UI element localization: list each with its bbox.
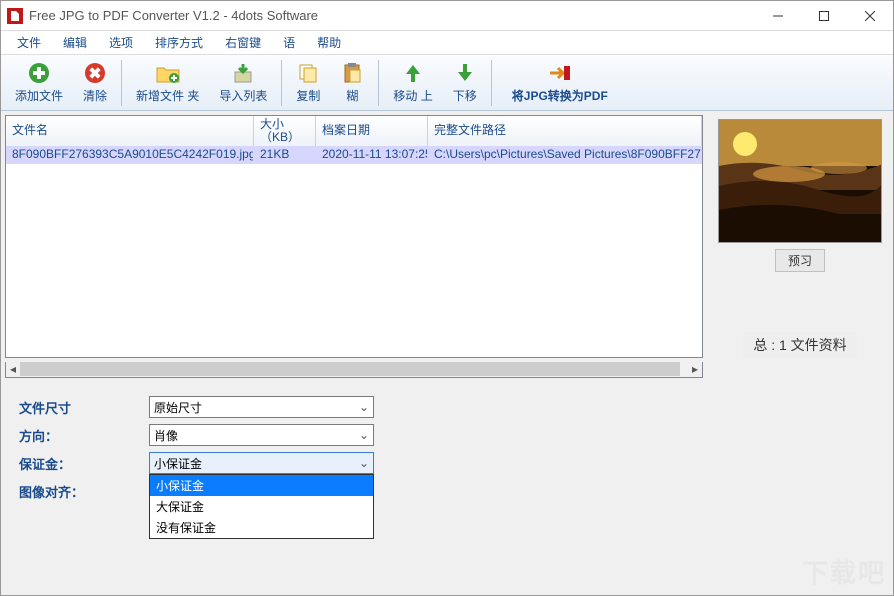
delete-icon <box>83 61 107 85</box>
menu-sort[interactable]: 排序方式 <box>145 32 213 53</box>
left-panel: 文件名 大小（KB） 档案日期 完整文件路径 8F090BFF276393C5A… <box>1 111 707 595</box>
move-down-label: 下移 <box>453 87 477 104</box>
paste-icon <box>340 61 364 85</box>
margin-label: 保证金： <box>19 454 149 473</box>
add-file-button[interactable]: 添加文件 <box>5 59 73 106</box>
scroll-right-icon[interactable]: ▸ <box>688 362 702 376</box>
horizontal-scrollbar[interactable]: ◂ ▸ <box>5 362 703 378</box>
chevron-down-icon: ⌄ <box>359 428 369 442</box>
menu-options[interactable]: 选项 <box>99 32 143 53</box>
clear-label: 清除 <box>83 87 107 104</box>
separator <box>281 60 282 106</box>
import-list-button[interactable]: 导入列表 <box>209 59 277 106</box>
title-bar: Free JPG to PDF Converter V1.2 - 4dots S… <box>1 1 893 31</box>
col-date[interactable]: 档案日期 <box>316 116 428 146</box>
arrow-down-icon <box>453 61 477 85</box>
separator <box>378 60 379 106</box>
settings-form: 文件尺寸 原始尺寸 ⌄ 方向： 肖像 ⌄ 保证金： 小保证金 ⌄ <box>1 382 707 518</box>
arrow-up-icon <box>401 61 425 85</box>
menu-edit[interactable]: 编辑 <box>53 32 97 53</box>
col-path[interactable]: 完整文件路径 <box>428 116 702 146</box>
new-folder-button[interactable]: 新增文件 夹 <box>126 59 209 106</box>
margin-dropdown: 小保证金 大保证金 没有保证金 <box>149 474 374 539</box>
cell-name: 8F090BFF276393C5A9010E5C4242F019.jpg <box>6 146 254 164</box>
margin-select[interactable]: 小保证金 ⌄ 小保证金 大保证金 没有保证金 <box>149 452 374 474</box>
app-icon <box>7 8 23 24</box>
window-title: Free JPG to PDF Converter V1.2 - 4dots S… <box>29 8 755 23</box>
align-label: 图像对齐： <box>19 482 149 501</box>
copy-button[interactable]: 复制 <box>286 59 330 106</box>
maximize-button[interactable] <box>801 1 847 31</box>
orientation-label: 方向： <box>19 426 149 445</box>
chevron-down-icon: ⌄ <box>359 456 369 470</box>
table-header: 文件名 大小（KB） 档案日期 完整文件路径 <box>6 116 702 146</box>
cell-date: 2020-11-11 13:07:25 <box>316 146 428 164</box>
chevron-down-icon: ⌄ <box>359 400 369 414</box>
file-table: 文件名 大小（KB） 档案日期 完整文件路径 8F090BFF276393C5A… <box>5 115 703 358</box>
window-controls <box>755 1 893 31</box>
plus-icon <box>27 61 51 85</box>
file-size-value: 原始尺寸 <box>154 399 202 416</box>
toolbar: 添加文件 清除 新增文件 夹 导入列表 复制 糊 移动 上 下移 将JPG转换为… <box>1 55 893 111</box>
file-size-label: 文件尺寸 <box>19 398 149 417</box>
separator <box>491 60 492 106</box>
convert-icon <box>548 61 572 85</box>
separator <box>121 60 122 106</box>
margin-option-none[interactable]: 没有保证金 <box>150 517 373 538</box>
watermark: 下载吧 <box>802 553 886 590</box>
menu-help[interactable]: 帮助 <box>307 32 351 53</box>
margin-option-large[interactable]: 大保证金 <box>150 496 373 517</box>
right-panel: 预习 总 : 1 文件资料 <box>707 111 893 595</box>
new-folder-label: 新增文件 夹 <box>136 87 199 104</box>
folder-add-icon <box>156 61 180 85</box>
close-button[interactable] <box>847 1 893 31</box>
scroll-left-icon[interactable]: ◂ <box>6 362 20 376</box>
minimize-button[interactable] <box>755 1 801 31</box>
col-name[interactable]: 文件名 <box>6 116 254 146</box>
import-icon <box>231 61 255 85</box>
move-up-button[interactable]: 移动 上 <box>383 59 442 106</box>
move-up-label: 移动 上 <box>393 87 432 104</box>
copy-icon <box>296 61 320 85</box>
total-files-label: 总 : 1 文件资料 <box>743 332 856 358</box>
orientation-select[interactable]: 肖像 ⌄ <box>149 424 374 446</box>
menu-bar: 文件 编辑 选项 排序方式 右窗键 语 帮助 <box>1 31 893 55</box>
move-down-button[interactable]: 下移 <box>443 59 487 106</box>
table-row[interactable]: 8F090BFF276393C5A9010E5C4242F019.jpg 21K… <box>6 146 702 164</box>
menu-rightkey[interactable]: 右窗键 <box>215 32 271 53</box>
convert-button[interactable]: 将JPG转换为PDF <box>496 59 624 106</box>
convert-label: 将JPG转换为PDF <box>512 87 608 104</box>
clear-button[interactable]: 清除 <box>73 59 117 106</box>
cell-size: 21KB <box>254 146 316 164</box>
menu-file[interactable]: 文件 <box>7 32 51 53</box>
paste-button[interactable]: 糊 <box>330 59 374 106</box>
main-area: 文件名 大小（KB） 档案日期 完整文件路径 8F090BFF276393C5A… <box>1 111 893 595</box>
col-size[interactable]: 大小（KB） <box>254 116 316 146</box>
scroll-thumb[interactable] <box>20 362 680 376</box>
margin-value: 小保证金 <box>154 455 202 472</box>
orientation-value: 肖像 <box>154 427 178 444</box>
add-file-label: 添加文件 <box>15 87 63 104</box>
preview-image <box>718 119 882 243</box>
margin-option-small[interactable]: 小保证金 <box>150 475 373 496</box>
cell-path: C:\Users\pc\Pictures\Saved Pictures\8F09… <box>428 146 702 164</box>
file-size-select[interactable]: 原始尺寸 ⌄ <box>149 396 374 418</box>
table-body[interactable]: 8F090BFF276393C5A9010E5C4242F019.jpg 21K… <box>6 146 702 357</box>
menu-lang[interactable]: 语 <box>273 32 305 53</box>
import-list-label: 导入列表 <box>219 87 267 104</box>
paste-label: 糊 <box>346 87 358 104</box>
preview-label: 预习 <box>775 249 825 272</box>
copy-label: 复制 <box>296 87 320 104</box>
